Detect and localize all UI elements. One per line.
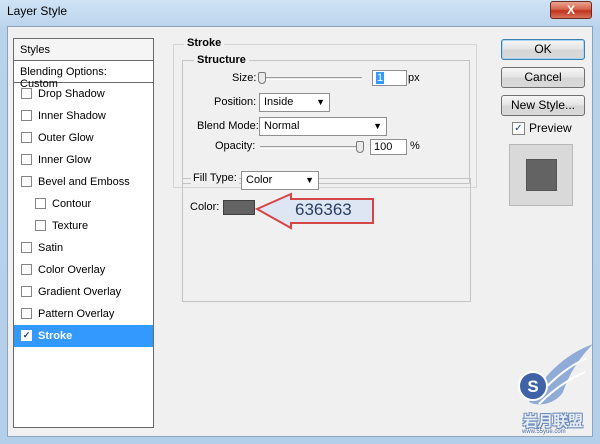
fill-type-dropdown[interactable]: Color ▼ [241,171,319,190]
watermark-brand: 岩月联盟 [523,413,584,430]
chevron-down-icon: ▼ [305,175,314,185]
preview-swatch [526,159,557,191]
opacity-input[interactable]: 100 [370,139,407,155]
style-item-label: Contour [52,198,92,210]
style-item-label: Pattern Overlay [38,308,115,320]
stroke-group-title: Stroke [184,37,225,49]
size-unit: px [408,72,420,84]
style-item-label: Inner Shadow [38,110,106,122]
styles-header[interactable]: Styles [14,39,153,61]
size-value: 1 [376,72,385,84]
style-checkbox[interactable] [21,88,32,99]
style-checkbox[interactable] [21,176,32,187]
chevron-down-icon: ▼ [316,97,325,107]
new-style-button[interactable]: New Style... [501,95,585,116]
blend-mode-value: Normal [264,120,300,132]
opacity-unit: % [410,140,420,152]
stroke-color-swatch[interactable] [223,200,255,215]
style-item-label: Color Overlay [38,264,106,276]
callout-text: 636363 [295,200,352,219]
style-checkbox[interactable] [21,264,32,275]
style-item-label: Texture [52,220,89,232]
size-slider-thumb[interactable] [258,72,266,84]
watermark-url: www.55yue.com [522,429,566,435]
blend-mode-dropdown[interactable]: Normal ▼ [259,117,387,136]
ok-button[interactable]: OK [501,39,585,60]
title-bar[interactable]: Layer Style X [0,0,600,24]
style-item-label: Drop Shadow [38,88,105,100]
chevron-down-icon: ▼ [373,121,382,131]
position-value: Inside [264,96,294,108]
style-item-inner-shadow[interactable]: Inner Shadow [14,105,153,127]
cancel-button[interactable]: Cancel [501,67,585,88]
style-item-label: Outer Glow [38,132,94,144]
style-checkbox[interactable] [35,198,46,209]
blend-mode-label: Blend Mode: [197,120,259,132]
style-items-list: Drop Shadow Inner Shadow Outer Glow Inner G… [14,83,153,347]
opacity-slider-thumb[interactable] [356,141,364,153]
style-item-pattern-overlay[interactable]: Pattern Overlay [14,303,153,325]
style-checkbox[interactable]: ✓ [21,330,32,341]
opacity-value: 100 [374,141,393,153]
check-icon: ✓ [514,123,523,134]
blending-options-item[interactable]: Blending Options: Custom [14,61,153,90]
style-item-label: Inner Glow [38,154,92,166]
styles-list-panel: Styles Blending Options: Custom Drop Sha… [13,38,154,428]
style-item-satin[interactable]: Satin [14,237,153,259]
opacity-label: Opacity: [215,140,256,152]
style-checkbox[interactable] [35,220,46,231]
structure-group-title: Structure [194,54,249,66]
style-item-outer-glow[interactable]: Outer Glow [14,127,153,149]
style-item-label: Bevel and Emboss [38,176,130,188]
fill-type-value: Color [246,174,273,186]
style-checkbox[interactable] [21,110,32,121]
size-label: Size: [232,72,257,84]
position-label: Position: [214,96,257,108]
preview-label: Preview [529,121,572,135]
svg-text:S: S [527,377,538,396]
preview-checkbox[interactable]: ✓ [512,122,525,135]
style-item-inner-glow[interactable]: Inner Glow [14,149,153,171]
style-item-contour[interactable]: Contour [14,193,153,215]
size-input[interactable]: 1 [372,70,407,86]
style-item-gradient-overlay[interactable]: Gradient Overlay [14,281,153,303]
close-button[interactable]: X [550,1,592,19]
style-checkbox[interactable] [21,242,32,253]
color-label: Color: [190,201,220,213]
style-item-drop-shadow[interactable]: Drop Shadow [14,83,153,105]
preview-thumbnail [509,144,573,206]
style-checkbox[interactable] [21,132,32,143]
layer-style-window: Layer Style X Styles Blending Options: C… [0,0,600,444]
style-item-label: Gradient Overlay [38,286,122,298]
style-item-color-overlay[interactable]: Color Overlay [14,259,153,281]
style-item-stroke[interactable]: ✓ Stroke [14,325,153,347]
window-title: Layer Style [7,4,68,18]
style-item-texture[interactable]: Texture [14,215,153,237]
style-item-label: Stroke [38,330,73,342]
style-item-bevel-and-emboss[interactable]: Bevel and Emboss [14,171,153,193]
opacity-slider-track[interactable] [260,146,362,149]
color-callout: 636363 [254,192,377,232]
style-checkbox[interactable] [21,154,32,165]
style-checkbox[interactable] [21,286,32,297]
size-slider-track[interactable] [260,77,362,80]
style-checkbox[interactable] [21,308,32,319]
fill-type-label: Fill Type: [191,172,239,184]
position-dropdown[interactable]: Inside ▼ [259,93,330,112]
style-item-label: Satin [38,242,64,254]
